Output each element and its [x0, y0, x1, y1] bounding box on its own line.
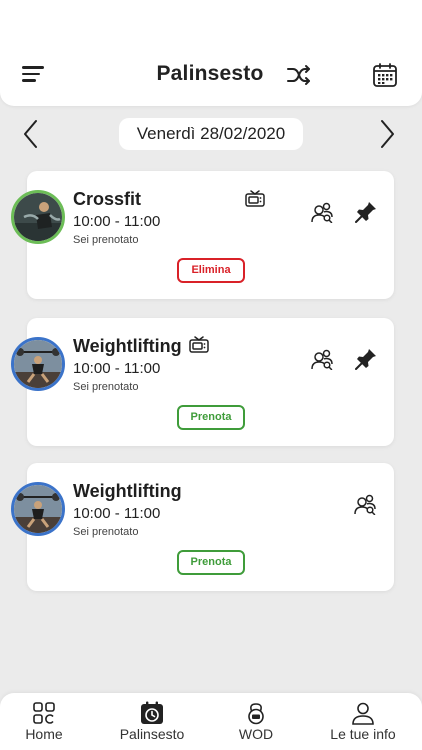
booking-status: Sei prenotato	[73, 234, 139, 246]
class-avatar	[11, 190, 65, 244]
date-selector[interactable]: Venerdì 28/02/2020	[119, 118, 303, 150]
bottom-nav: Home Palinsesto WOD Le tue info	[0, 693, 422, 750]
calendar-icon[interactable]	[372, 62, 398, 88]
user-icon	[351, 701, 375, 725]
tab-wod[interactable]: WOD	[226, 693, 286, 750]
participants-icon[interactable]	[311, 201, 333, 224]
tv-icon	[189, 336, 209, 353]
delete-booking-button[interactable]: Elimina	[177, 258, 245, 283]
class-time: 10:00 - 11:00	[73, 505, 161, 522]
chevron-right-icon[interactable]	[376, 118, 398, 150]
class-name: Weightlifting	[73, 336, 182, 356]
pin-icon[interactable]	[355, 348, 377, 370]
class-card[interactable]: Crossfit 10:00 - 11:00 Sei prenotato Eli…	[11, 171, 394, 299]
tab-home-label: Home	[25, 726, 63, 742]
app-header: Palinsesto	[0, 0, 422, 106]
booking-status: Sei prenotato	[73, 381, 139, 393]
book-button[interactable]: Prenota	[177, 550, 245, 575]
class-avatar	[11, 337, 65, 391]
class-name: Crossfit	[73, 189, 142, 209]
participants-icon[interactable]	[311, 348, 333, 371]
class-card[interactable]: Weightlifting 10:00 - 11:00 Sei prenotat…	[11, 318, 394, 446]
tv-icon	[245, 190, 265, 207]
tab-palinsesto[interactable]: Palinsesto	[112, 693, 192, 750]
shuffle-icon[interactable]	[286, 63, 312, 87]
class-name: Weightlifting	[73, 481, 182, 501]
tab-home[interactable]: Home	[14, 693, 74, 750]
pin-icon[interactable]	[355, 201, 377, 223]
palinsesto-clock-icon	[140, 701, 164, 725]
tab-wod-label: WOD	[238, 726, 274, 742]
tab-le-tue-info[interactable]: Le tue info	[318, 693, 408, 750]
home-grid-icon	[32, 701, 56, 725]
class-time: 10:00 - 11:00	[73, 213, 161, 230]
participants-icon[interactable]	[354, 493, 376, 516]
booking-status: Sei prenotato	[73, 526, 139, 538]
kettlebell-icon	[244, 701, 268, 725]
class-time: 10:00 - 11:00	[73, 360, 161, 377]
book-button[interactable]: Prenota	[177, 405, 245, 430]
chevron-left-icon[interactable]	[20, 118, 42, 150]
class-avatar	[11, 482, 65, 536]
class-card[interactable]: Weightlifting 10:00 - 11:00 Sei prenotat…	[11, 463, 394, 591]
menu-icon[interactable]	[22, 66, 46, 84]
page-title: Palinsesto	[156, 62, 264, 85]
tab-le-tue-info-label: Le tue info	[330, 726, 396, 742]
tab-palinsesto-label: Palinsesto	[119, 726, 185, 742]
